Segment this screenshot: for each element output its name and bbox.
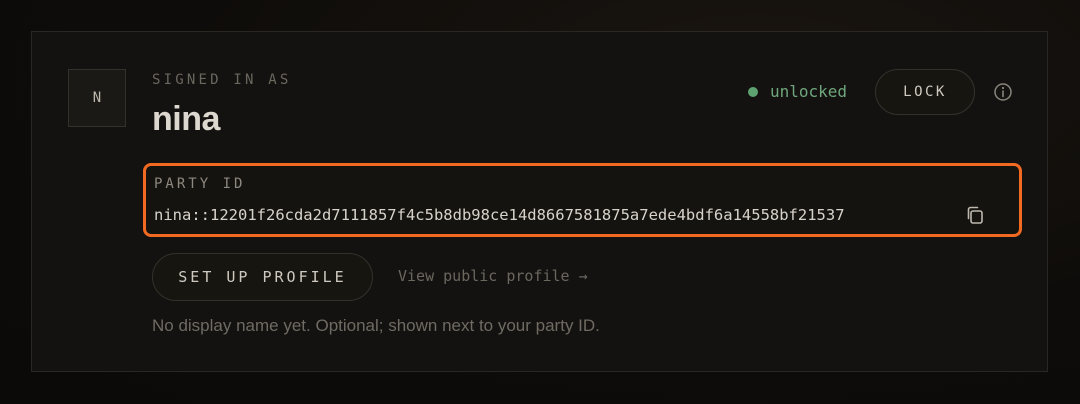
status-dot-icon — [748, 86, 758, 97]
lock-button[interactable]: LOCK — [875, 69, 975, 115]
username: nina — [152, 100, 220, 138]
party-id-box: PARTY ID nina::12201f26cda2d7111857f4c5b… — [143, 163, 1022, 237]
party-id-label: PARTY ID — [154, 176, 246, 192]
info-icon[interactable] — [993, 82, 1013, 102]
status-indicator: unlocked — [748, 82, 847, 101]
signed-in-label: SIGNED IN AS — [152, 72, 292, 88]
avatar: N — [68, 69, 126, 127]
avatar-initial: N — [92, 90, 102, 106]
party-id-value[interactable]: nina::12201f26cda2d7111857f4c5b8db98ce14… — [154, 206, 845, 224]
helper-text: No display name yet. Optional; shown nex… — [152, 316, 600, 335]
copy-icon[interactable] — [964, 204, 986, 226]
account-card: N SIGNED IN AS nina unlocked LOCK PARTY … — [31, 31, 1048, 372]
view-public-profile-link[interactable]: View public profile → — [398, 267, 588, 285]
status-text: unlocked — [770, 82, 848, 101]
set-up-profile-button[interactable]: SET UP PROFILE — [152, 253, 373, 301]
